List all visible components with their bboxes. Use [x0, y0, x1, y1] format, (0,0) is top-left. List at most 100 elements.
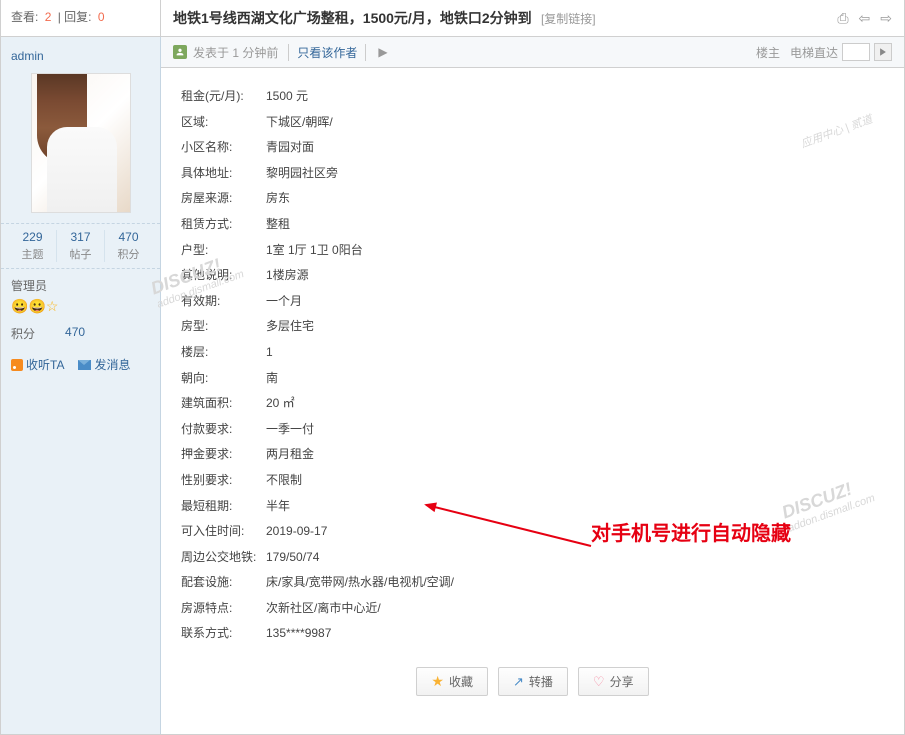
elevator-go-button[interactable]	[874, 43, 892, 61]
info-label: 小区名称:	[181, 137, 266, 159]
replies-count: 0	[98, 10, 105, 24]
info-label: 建筑面积:	[181, 393, 266, 415]
info-value: 2019-09-17	[266, 521, 327, 543]
info-row: 其他说明:1楼房源	[181, 263, 884, 289]
info-value: 整租	[266, 214, 290, 236]
floor-label[interactable]: 楼主	[756, 44, 780, 61]
points-value[interactable]: 470	[65, 325, 85, 342]
replies-label: 回复:	[64, 10, 91, 24]
message-link[interactable]: 发消息	[78, 356, 130, 373]
info-value: 一个月	[266, 291, 302, 313]
only-author-link[interactable]: 只看该作者	[288, 44, 366, 61]
info-value: 次新社区/离市中心近/	[266, 598, 381, 620]
username-link[interactable]: admin	[1, 37, 160, 73]
view-reply-stats: 查看: 2 | 回复: 0	[1, 0, 161, 36]
badge-smile-icon: 😀	[11, 298, 28, 314]
info-row: 小区名称:青园对面	[181, 135, 884, 161]
info-label: 可入住时间:	[181, 521, 266, 543]
info-row: 楼层:1	[181, 340, 884, 366]
info-label: 最短租期:	[181, 496, 266, 518]
info-value: 床/家具/宽带网/热水器/电视机/空调/	[266, 572, 454, 594]
post-title: 地铁1号线西湖文化广场整租，1500元/月，地铁口2分钟到	[173, 10, 532, 26]
info-row: 配套设施:床/家具/宽带网/热水器/电视机/空调/	[181, 570, 884, 596]
info-row: 户型:1室 1厅 1卫 0阳台	[181, 238, 884, 264]
repost-button[interactable]: ↗ 转播	[498, 667, 568, 696]
points-row: 积分 470	[1, 321, 160, 350]
info-label: 房屋来源:	[181, 188, 266, 210]
info-label: 楼层:	[181, 342, 266, 364]
info-value: 1室 1厅 1卫 0阳台	[266, 240, 363, 262]
copy-link[interactable]: [复制链接]	[541, 12, 596, 26]
info-row: 朝向:南	[181, 366, 884, 392]
info-label: 付款要求:	[181, 419, 266, 441]
info-value: 1楼房源	[266, 265, 309, 287]
rss-icon	[11, 359, 23, 371]
top-bar: 查看: 2 | 回复: 0 地铁1号线西湖文化广场整租，1500元/月，地铁口2…	[1, 0, 904, 37]
info-value: 南	[266, 368, 278, 390]
annotation-text: 对手机号进行自动隐藏	[591, 517, 791, 546]
info-row: 租赁方式:整租	[181, 212, 884, 238]
title-row: 地铁1号线西湖文化广场整租，1500元/月，地铁口2分钟到 [复制链接] ⎙ ⇦…	[161, 0, 904, 36]
info-label: 配套设施:	[181, 572, 266, 594]
info-row: 区域:下城区/朝晖/	[181, 110, 884, 136]
post-body: 租金(元/月):1500 元区域:下城区/朝晖/小区名称:青园对面具体地址:黎明…	[161, 68, 904, 734]
info-row: 性别要求:不限制	[181, 468, 884, 494]
user-avatar[interactable]	[31, 73, 131, 213]
content-area: 发表于 1 分钟前 只看该作者 ▶ 楼主 电梯直达 租金(元/月	[161, 37, 904, 734]
info-row: 建筑面积:20 ㎡	[181, 391, 884, 417]
info-label: 朝向:	[181, 368, 266, 390]
top-action-icons: ⎙ ⇦ ⇨	[837, 10, 892, 27]
info-label: 房源特点:	[181, 598, 266, 620]
listen-link[interactable]: 收听TA	[11, 356, 64, 373]
post-container: 查看: 2 | 回复: 0 地铁1号线西湖文化广场整租，1500元/月，地铁口2…	[0, 0, 905, 735]
mail-icon	[78, 360, 91, 370]
favorite-button[interactable]: ★ 收藏	[416, 667, 488, 696]
user-sidebar: admin 229 主题 317 帖子 470 积分 管理员 😀😀☆	[1, 37, 161, 734]
info-row: 最短租期:半年	[181, 494, 884, 520]
badge-smile-icon: 😀	[28, 298, 45, 314]
print-icon[interactable]: ⎙	[837, 10, 848, 27]
elevator-input[interactable]	[842, 43, 870, 61]
info-value: 黎明园社区旁	[266, 163, 338, 185]
info-label: 租赁方式:	[181, 214, 266, 236]
details-list: 租金(元/月):1500 元区域:下城区/朝晖/小区名称:青园对面具体地址:黎明…	[181, 84, 884, 647]
info-row: 租金(元/月):1500 元	[181, 84, 884, 110]
info-value: 多层住宅	[266, 316, 314, 338]
info-label: 具体地址:	[181, 163, 266, 185]
info-row: 周边公交地铁:179/50/74	[181, 545, 884, 571]
info-label: 房型:	[181, 316, 266, 338]
meta-right: 楼主 电梯直达	[756, 43, 892, 61]
info-value: 1500 元	[266, 86, 308, 108]
sidebar-actions: 收听TA 发消息	[1, 350, 160, 385]
info-row: 有效期:一个月	[181, 289, 884, 315]
next-icon[interactable]: ⇨	[880, 10, 892, 27]
info-label: 押金要求:	[181, 444, 266, 466]
info-value: 两月租金	[266, 444, 314, 466]
share-button[interactable]: ♡ 分享	[578, 667, 649, 696]
views-count: 2	[45, 10, 52, 24]
stat-topics[interactable]: 229 主题	[9, 230, 56, 262]
info-value: 下城区/朝晖/	[266, 112, 333, 134]
prev-icon[interactable]: ⇦	[859, 10, 871, 27]
info-value: 半年	[266, 496, 290, 518]
user-role: 管理员	[1, 269, 160, 298]
star-icon: ★	[431, 673, 444, 690]
info-value: 房东	[266, 188, 290, 210]
points-label: 积分	[11, 325, 35, 342]
info-label: 性别要求:	[181, 470, 266, 492]
stat-points[interactable]: 470 积分	[104, 230, 152, 262]
elevator-nav: 电梯直达	[790, 43, 892, 61]
posted-time: 发表于 1 分钟前	[193, 44, 278, 61]
play-icon[interactable]: ▶	[378, 45, 387, 59]
user-badges: 😀😀☆	[1, 298, 160, 321]
info-row: 联系方式:135****9987	[181, 621, 884, 647]
info-label: 有效期:	[181, 291, 266, 313]
user-badge-icon	[173, 45, 187, 59]
info-value: 20 ㎡	[266, 393, 295, 415]
info-row: 押金要求:两月租金	[181, 442, 884, 468]
info-value: 1	[266, 342, 273, 364]
post-meta-bar: 发表于 1 分钟前 只看该作者 ▶ 楼主 电梯直达	[161, 37, 904, 68]
stat-posts[interactable]: 317 帖子	[56, 230, 104, 262]
info-label: 联系方式:	[181, 623, 266, 645]
meta-left: 发表于 1 分钟前 只看该作者 ▶	[173, 44, 388, 61]
